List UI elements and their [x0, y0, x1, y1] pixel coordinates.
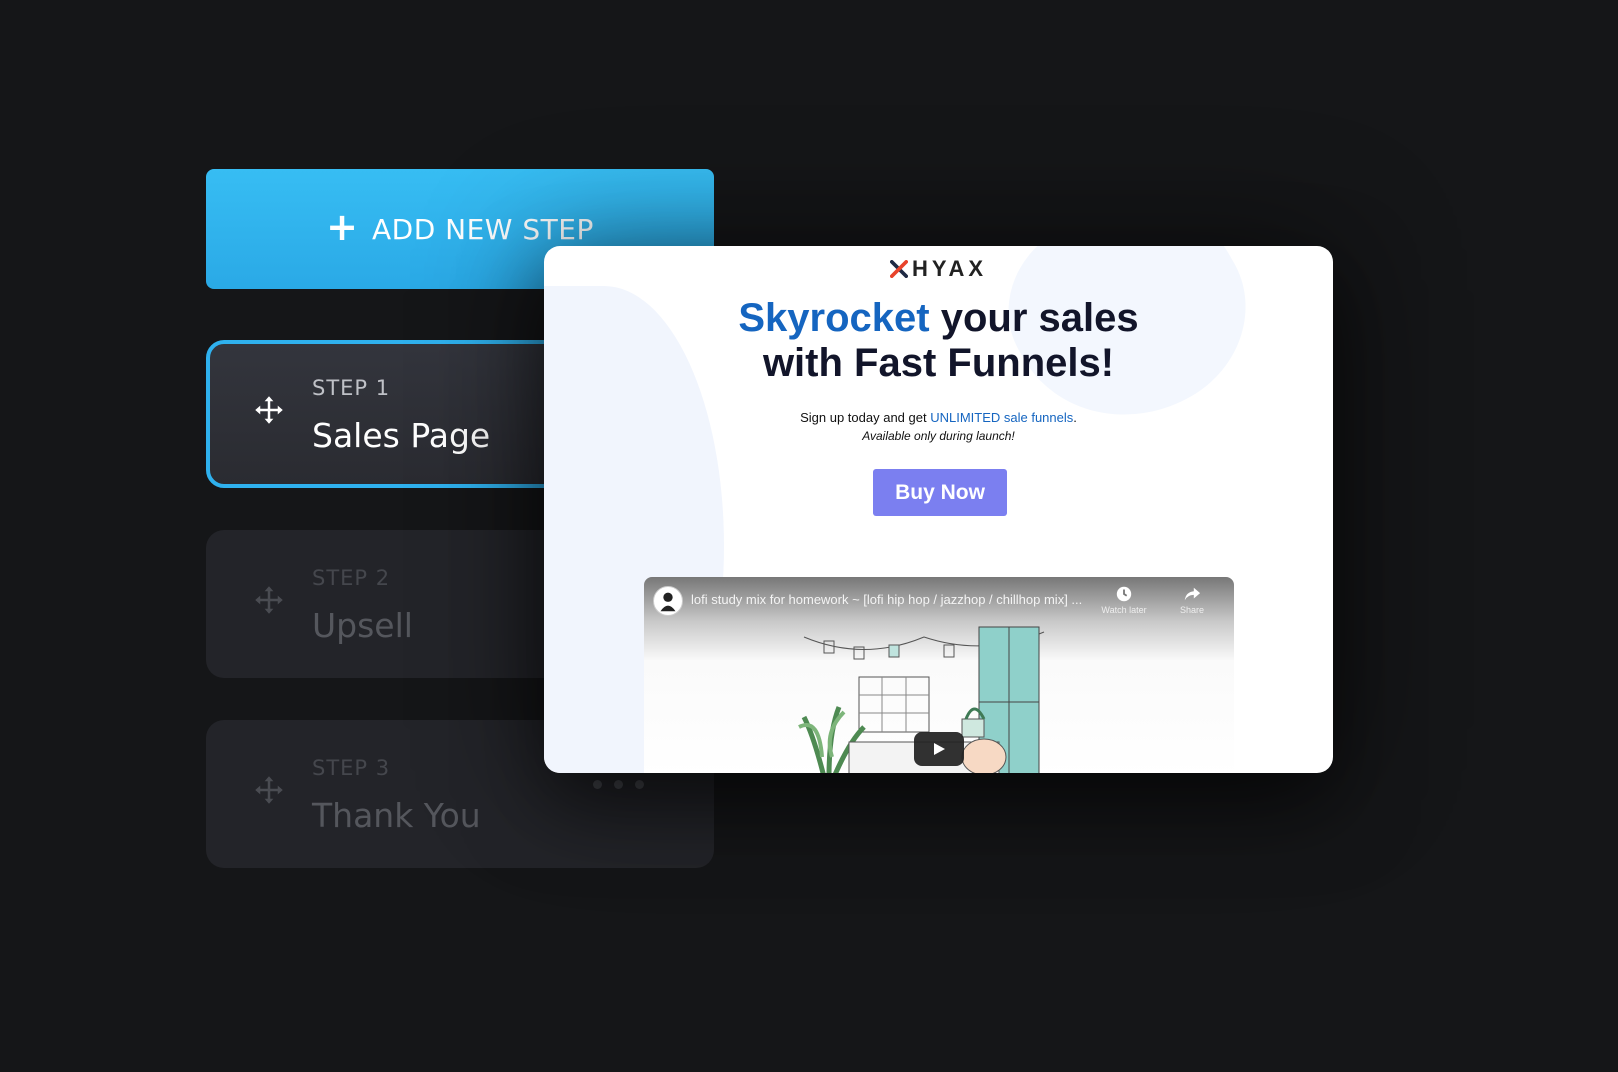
add-new-step-label: ADD NEW STEP — [371, 212, 594, 246]
plus-icon: + — [326, 205, 358, 249]
step-title: Thank You — [312, 796, 481, 835]
watch-later-label: Watch later — [1101, 605, 1147, 615]
share-icon — [1184, 587, 1201, 601]
step-title: Upsell — [312, 606, 413, 645]
headline-line1: your sales — [929, 296, 1139, 340]
share-label: Share — [1179, 605, 1205, 615]
subtext-after: . — [1073, 410, 1077, 425]
move-icon[interactable] — [254, 775, 284, 805]
step-number: STEP 3 — [312, 756, 391, 780]
move-icon[interactable] — [254, 585, 284, 615]
unlimited-funnels-link[interactable]: UNLIMITED sale funnels — [930, 410, 1073, 425]
more-options-icon[interactable] — [593, 780, 644, 789]
subtext-before: Sign up today and get — [800, 410, 931, 425]
step-number: STEP 2 — [312, 566, 391, 590]
clock-icon — [1116, 586, 1132, 602]
play-icon — [934, 743, 945, 755]
logo-x-icon — [889, 260, 908, 278]
headline-line2: with Fast Funnels! — [762, 341, 1115, 385]
video-title[interactable]: lofi study mix for homework ~ [lofi hip … — [691, 592, 1101, 607]
avatar-figure-icon — [660, 592, 676, 612]
headline-highlight: Skyrocket — [738, 296, 930, 340]
step-number: STEP 1 — [312, 376, 391, 400]
launch-note: Available only during launch! — [862, 429, 1015, 443]
buy-now-button[interactable]: Buy Now — [873, 469, 1007, 516]
play-button[interactable] — [914, 732, 964, 766]
share-button[interactable]: Share — [1162, 585, 1222, 615]
watch-later-button[interactable]: Watch later — [1094, 585, 1154, 615]
subtext: Sign up today and get UNLIMITED sale fun… — [544, 410, 1333, 425]
channel-avatar[interactable] — [653, 586, 683, 616]
headline: Skyrocket your sales with Fast Funnels! — [544, 296, 1333, 386]
logo-text: HYAX — [911, 256, 988, 281]
move-icon[interactable] — [254, 395, 284, 425]
step-title: Sales Page — [312, 416, 491, 455]
page-preview: HYAX Skyrocket your sales with Fast Funn… — [544, 246, 1333, 773]
brand-logo: HYAX — [544, 256, 1333, 282]
video-embed[interactable]: lofi study mix for homework ~ [lofi hip … — [644, 577, 1234, 773]
